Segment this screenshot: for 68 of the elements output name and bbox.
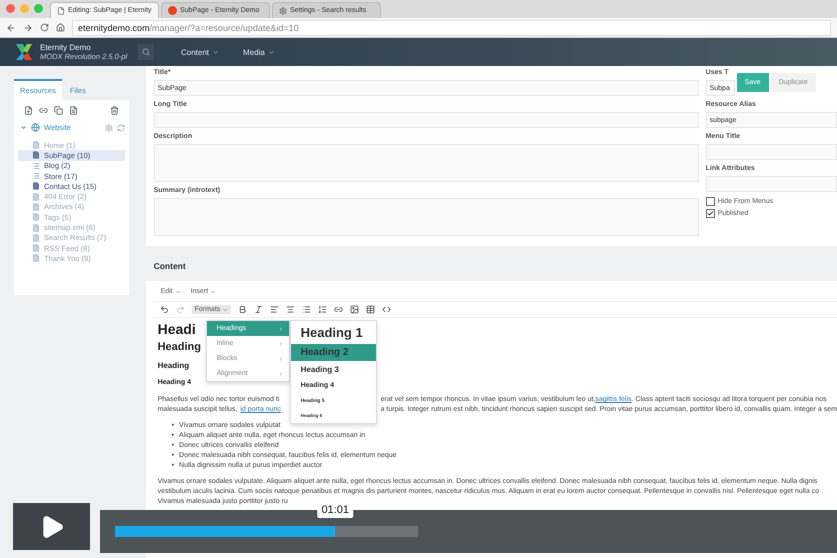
trash-icon [110, 106, 119, 115]
document-icon [32, 213, 40, 222]
nav-menu[interactable]: Media [231, 48, 287, 56]
copy-icon [54, 106, 63, 115]
document-icon [32, 192, 40, 201]
globe-icon [31, 123, 40, 132]
link-icon [334, 305, 344, 314]
search-icon [142, 48, 150, 56]
bullet-list-icon [302, 305, 312, 314]
align-left-icon [270, 305, 280, 314]
textarea-field[interactable] [154, 198, 699, 236]
input-field[interactable] [154, 112, 699, 128]
expanded-caret-icon[interactable] [20, 124, 27, 131]
reload-icon [40, 23, 49, 32]
time-tooltip: 01:01 [317, 502, 353, 518]
list-icon [32, 162, 40, 170]
refresh-icon [116, 124, 125, 132]
menu-item[interactable]: Heading 1 [290, 321, 376, 344]
document-icon [69, 106, 78, 115]
caret-icon [174, 288, 181, 294]
address-bar[interactable]: eternitydemo.com/manager/?a=resource/update&id=10 [72, 20, 831, 36]
search-button[interactable] [138, 44, 154, 60]
checkbox[interactable] [706, 197, 715, 206]
menu-item[interactable]: Heading 2 [290, 344, 376, 361]
caret-icon [210, 288, 216, 294]
checkbox[interactable] [706, 209, 715, 218]
gear-icon [279, 6, 287, 14]
caret-icon [268, 48, 275, 56]
list-icon [32, 172, 40, 180]
heading-text: Heading [158, 341, 201, 353]
document-icon [32, 244, 40, 252]
heading-text: Heading [158, 361, 190, 370]
forward-icon [23, 22, 33, 32]
gear-icon [104, 124, 113, 132]
play-button[interactable] [13, 503, 90, 550]
image-icon [350, 305, 360, 314]
document-icon [32, 234, 40, 242]
page-icon [57, 6, 65, 14]
document-icon [32, 141, 40, 150]
input-field[interactable] [706, 176, 837, 192]
caret-icon [212, 48, 220, 56]
section-title: Content [154, 261, 187, 271]
new-document-icon [24, 106, 33, 115]
align-center-icon [286, 305, 296, 314]
site-title: Eternity Demo [40, 43, 92, 52]
table-icon [366, 305, 376, 314]
document-icon [32, 202, 40, 211]
undo-icon [160, 305, 169, 314]
document-icon [32, 182, 40, 190]
back-icon [6, 22, 16, 32]
document-icon [32, 224, 40, 232]
brand-icon [168, 6, 177, 15]
bold-icon [238, 305, 248, 314]
link-icon [39, 106, 48, 115]
nav-menu[interactable]: Content [169, 48, 232, 56]
caret-icon [222, 306, 228, 312]
code-icon [382, 305, 392, 314]
heading-text: Headi [158, 321, 196, 337]
document-icon [32, 151, 40, 160]
redo-icon [176, 305, 185, 314]
textarea-field[interactable] [154, 144, 699, 182]
numbered-list-icon [318, 305, 328, 314]
input-field[interactable] [706, 144, 837, 160]
document-icon [32, 254, 40, 262]
home-icon [56, 23, 65, 32]
italic-icon [254, 305, 264, 314]
logo-icon [14, 42, 34, 62]
menu-item[interactable]: Heading 3 [290, 361, 376, 377]
